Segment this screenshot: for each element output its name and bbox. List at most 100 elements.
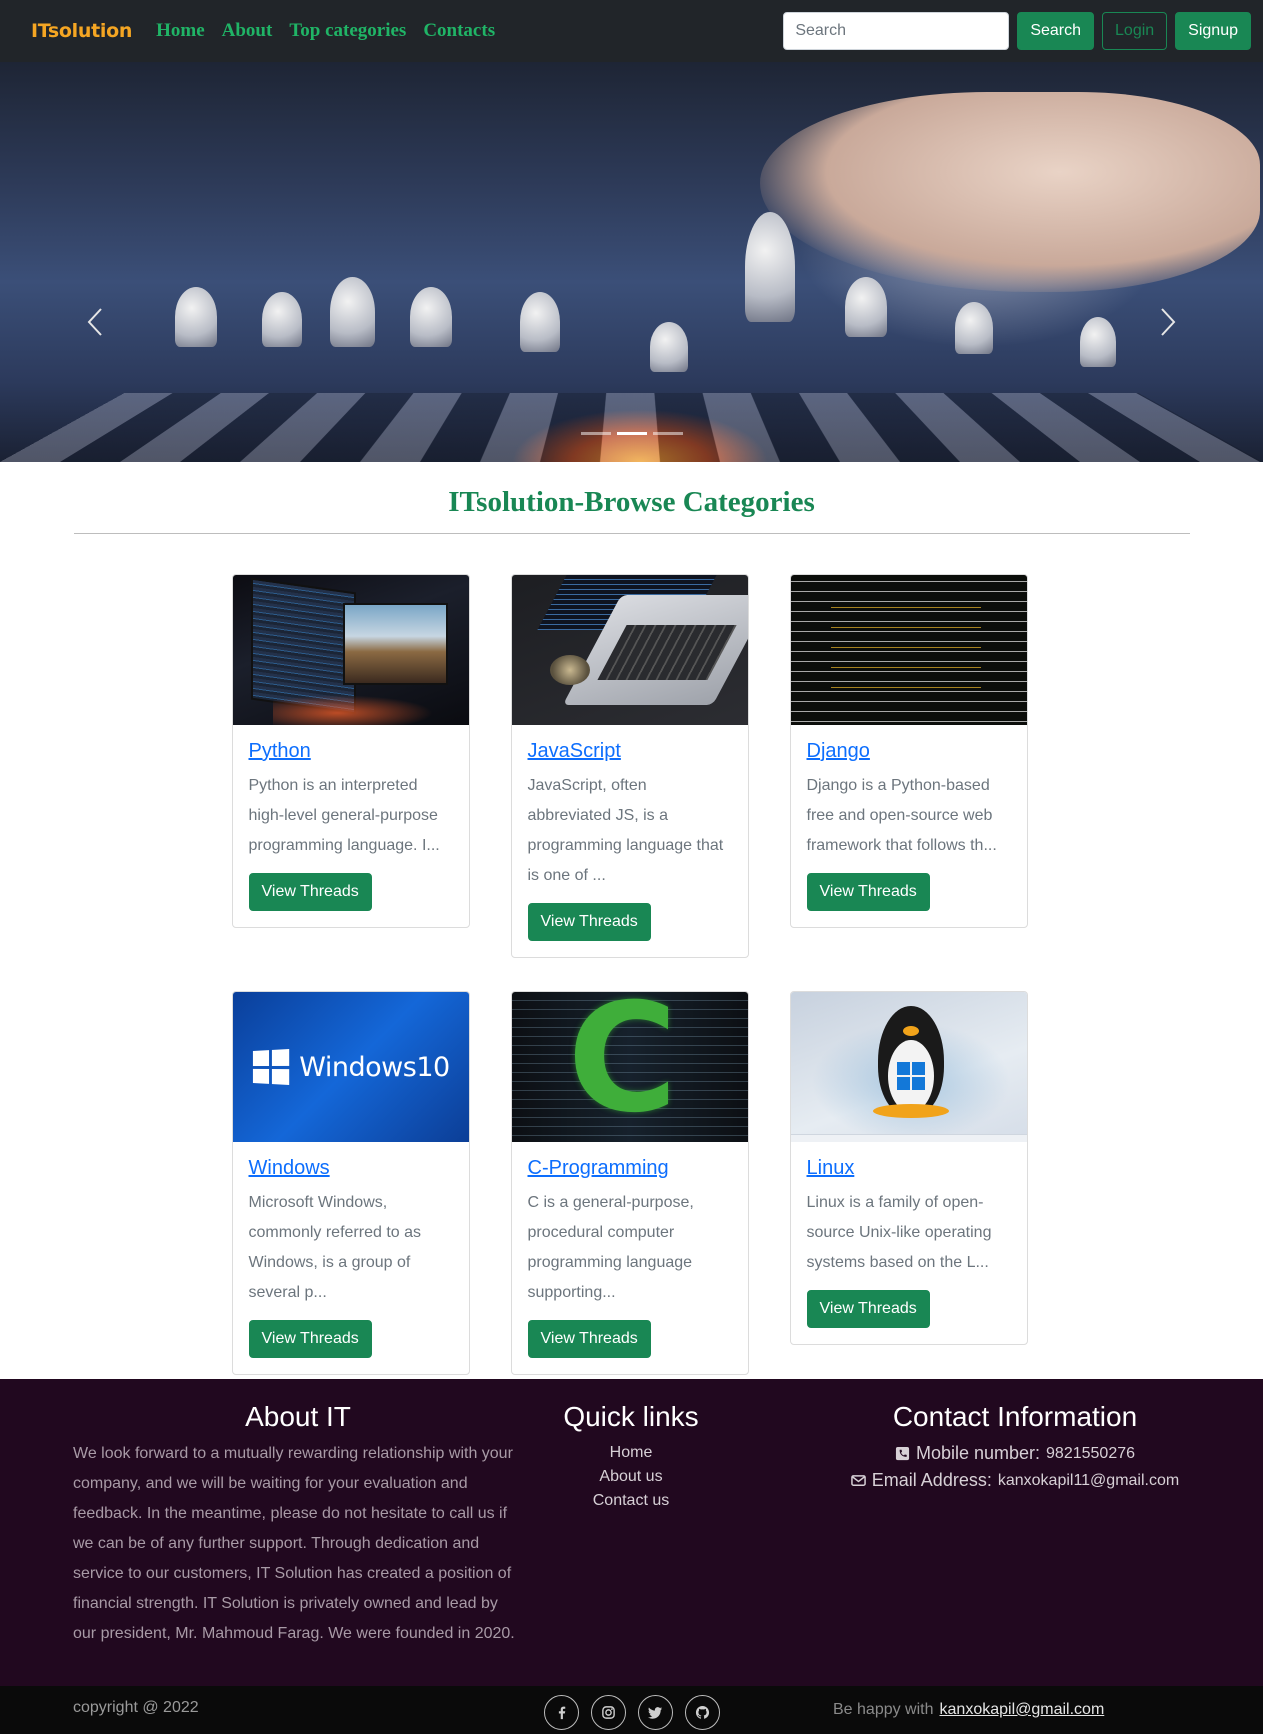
happy-text: Be happy with kanxokapil@gmail.com bbox=[833, 1701, 1104, 1719]
chess-piece bbox=[745, 212, 795, 322]
view-threads-button[interactable]: View Threads bbox=[248, 873, 372, 911]
category-description: C is a general-purpose, procedural compu… bbox=[527, 1194, 694, 1301]
c-image-letter: C bbox=[567, 992, 678, 1142]
email-value: kanxokapil11@gmail.com bbox=[997, 1471, 1180, 1489]
instagram-icon bbox=[602, 1706, 615, 1719]
category-description: Microsoft Windows, commonly referred to … bbox=[248, 1194, 422, 1301]
category-description: Python is an interpreted high-level gene… bbox=[248, 777, 440, 854]
carousel-indicator-1[interactable] bbox=[580, 432, 611, 435]
contact-mobile: Mobile number: 9821550276 bbox=[830, 1443, 1200, 1464]
nav-link-contacts[interactable]: Contacts bbox=[423, 20, 495, 42]
bottom-bar: copyright @ 2022 Be happy with kanxokapil… bbox=[0, 1686, 1263, 1734]
chess-piece bbox=[175, 287, 217, 347]
chess-piece bbox=[955, 302, 993, 354]
chessboard-image bbox=[0, 392, 1263, 462]
nav-links: Home About Top categories Contacts bbox=[156, 20, 495, 42]
category-description: Django is a Python-based free and open-s… bbox=[806, 777, 997, 854]
category-card-javascript: JavaScript JavaScript, often abbreviated… bbox=[510, 574, 749, 958]
view-threads-button[interactable]: View Threads bbox=[527, 903, 651, 941]
view-threads-button[interactable]: View Threads bbox=[806, 873, 930, 911]
footer-link-home[interactable]: Home bbox=[531, 1441, 731, 1465]
windows-logo-icon bbox=[896, 1062, 925, 1090]
category-card-linux: Linux Linux is a family of open-source U… bbox=[789, 991, 1028, 1345]
social-links bbox=[544, 1695, 720, 1730]
category-title-link[interactable]: Python bbox=[249, 740, 311, 763]
mobile-value: 9821550276 bbox=[1046, 1444, 1136, 1462]
carousel-indicator-2[interactable] bbox=[616, 432, 647, 435]
search-button[interactable]: Search bbox=[1017, 12, 1095, 50]
copyright-text: copyright @ 2022 bbox=[73, 1699, 199, 1716]
carousel-indicators bbox=[0, 432, 1263, 435]
phone-icon bbox=[895, 1446, 910, 1461]
instagram-link[interactable] bbox=[591, 1695, 626, 1730]
carousel-indicator-3[interactable] bbox=[652, 432, 683, 435]
category-title-link[interactable]: Windows bbox=[249, 1157, 330, 1180]
category-title-link[interactable]: Linux bbox=[807, 1157, 855, 1180]
chess-piece bbox=[520, 292, 560, 352]
footer-quick-links: Quick links Home About us Contact us bbox=[531, 1379, 731, 1513]
section-title: ITsolution-Browse Categories bbox=[448, 486, 815, 518]
contact-email: Email Address: kanxokapil11@gmail.com bbox=[830, 1470, 1200, 1491]
login-button[interactable]: Login bbox=[1102, 12, 1168, 50]
github-link[interactable] bbox=[685, 1695, 720, 1730]
twitter-icon bbox=[648, 1707, 663, 1719]
twitter-link[interactable] bbox=[638, 1695, 673, 1730]
signup-button[interactable]: Signup bbox=[1175, 12, 1251, 50]
view-threads-button[interactable]: View Threads bbox=[806, 1290, 930, 1328]
email-label: Email Address: bbox=[871, 1470, 992, 1490]
windows-card-image: Windows10 bbox=[232, 992, 469, 1142]
footer-about: About IT We look forward to a mutually r… bbox=[73, 1379, 523, 1649]
happy-email-link[interactable]: kanxokapil@gmail.com bbox=[940, 1701, 1105, 1718]
carousel-next-button[interactable] bbox=[1148, 302, 1188, 342]
nav-link-home[interactable]: Home bbox=[156, 20, 205, 42]
footer-link-contact-us[interactable]: Contact us bbox=[531, 1489, 731, 1513]
c-programming-card-image: C bbox=[511, 992, 748, 1142]
facebook-icon bbox=[558, 1706, 566, 1720]
linux-card-image bbox=[790, 992, 1027, 1142]
hero-carousel bbox=[0, 62, 1263, 462]
category-title-link[interactable]: JavaScript bbox=[528, 740, 621, 763]
nav-actions: Search Login Signup bbox=[783, 12, 1251, 50]
windows-logo-icon bbox=[253, 1048, 290, 1086]
footer-contact-heading: Contact Information bbox=[892, 1401, 1138, 1432]
navbar: ITsolution Home About Top categories Con… bbox=[0, 0, 1263, 62]
category-card-windows: Windows10 Windows Microsoft Windows, com… bbox=[231, 991, 470, 1375]
footer-links-heading: Quick links bbox=[563, 1401, 699, 1432]
divider bbox=[73, 533, 1190, 534]
category-description: JavaScript, often abbreviated JS, is a p… bbox=[527, 777, 724, 884]
nav-link-about[interactable]: About bbox=[222, 20, 273, 42]
category-description: Linux is a family of open-source Unix-li… bbox=[806, 1194, 992, 1271]
javascript-card-image bbox=[511, 575, 748, 725]
view-threads-button[interactable]: View Threads bbox=[248, 1320, 372, 1358]
carousel-prev-button[interactable] bbox=[75, 302, 115, 342]
python-card-image bbox=[232, 575, 469, 725]
envelope-icon bbox=[850, 1475, 866, 1486]
chess-piece bbox=[1080, 317, 1116, 367]
chess-piece bbox=[330, 277, 375, 347]
nav-link-top-categories[interactable]: Top categories bbox=[289, 20, 406, 42]
category-title-link[interactable]: C-Programming bbox=[528, 1157, 669, 1180]
footer-about-text: We look forward to a mutually rewarding … bbox=[73, 1445, 515, 1642]
mobile-label: Mobile number: bbox=[915, 1443, 1041, 1463]
happy-label: Be happy with bbox=[833, 1701, 934, 1718]
footer-about-heading: About IT bbox=[245, 1401, 351, 1432]
brand-logo[interactable]: ITsolution bbox=[31, 20, 132, 42]
chess-piece bbox=[410, 287, 452, 347]
chess-piece bbox=[845, 277, 887, 337]
windows-image-text: Windows10 bbox=[299, 1051, 450, 1083]
footer-contact: Contact Information Mobile number: 98215… bbox=[830, 1379, 1200, 1491]
chevron-right-icon bbox=[1161, 308, 1176, 336]
chess-piece bbox=[262, 292, 302, 347]
facebook-link[interactable] bbox=[544, 1695, 579, 1730]
chess-piece bbox=[650, 322, 688, 372]
category-card-python: Python Python is an interpreted high-lev… bbox=[231, 574, 470, 928]
footer-link-about-us[interactable]: About us bbox=[531, 1465, 731, 1489]
view-threads-button[interactable]: View Threads bbox=[527, 1320, 651, 1358]
footer: About IT We look forward to a mutually r… bbox=[0, 1379, 1263, 1686]
category-title-link[interactable]: Django bbox=[807, 740, 870, 763]
django-card-image bbox=[790, 575, 1027, 725]
chevron-left-icon bbox=[87, 308, 102, 336]
search-input[interactable] bbox=[783, 12, 1010, 50]
hand-image bbox=[760, 92, 1260, 292]
category-grid: Python Python is an interpreted high-lev… bbox=[231, 574, 1032, 1375]
